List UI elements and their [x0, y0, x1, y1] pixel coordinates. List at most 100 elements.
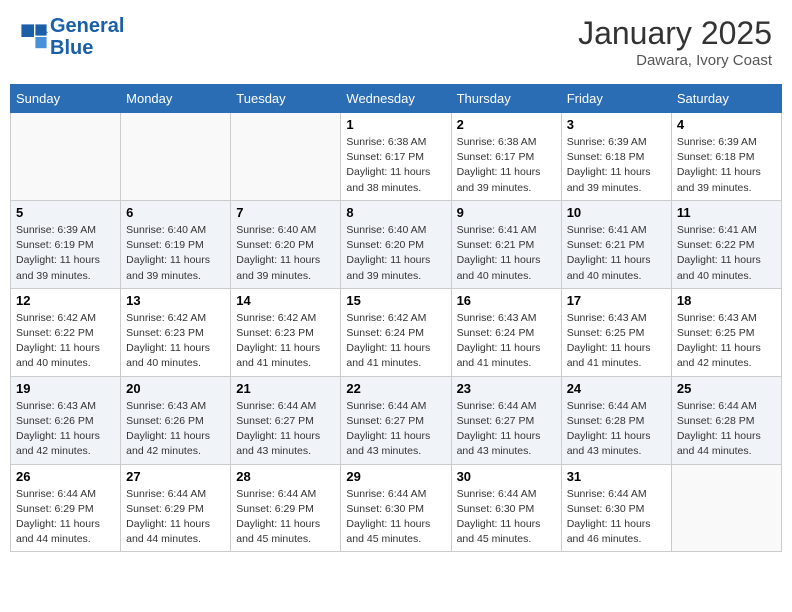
calendar-day-cell: 10 Sunrise: 6:41 AMSunset: 6:21 PMDayligh…	[561, 200, 671, 288]
day-number: 10	[567, 205, 666, 220]
day-number: 28	[236, 469, 335, 484]
day-number: 23	[457, 381, 556, 396]
day-info: Sunrise: 6:43 AMSunset: 6:25 PMDaylight:…	[567, 311, 666, 372]
day-info: Sunrise: 6:43 AMSunset: 6:24 PMDaylight:…	[457, 311, 556, 372]
day-info: Sunrise: 6:43 AMSunset: 6:25 PMDaylight:…	[677, 311, 776, 372]
weekday-header-row: SundayMondayTuesdayWednesdayThursdayFrid…	[11, 85, 782, 113]
calendar-day-cell: 24 Sunrise: 6:44 AMSunset: 6:28 PMDayligh…	[561, 376, 671, 464]
day-info: Sunrise: 6:44 AMSunset: 6:27 PMDaylight:…	[236, 399, 335, 460]
calendar-week-row: 26 Sunrise: 6:44 AMSunset: 6:29 PMDayligh…	[11, 464, 782, 552]
day-info: Sunrise: 6:38 AMSunset: 6:17 PMDaylight:…	[457, 135, 556, 196]
day-number: 5	[16, 205, 115, 220]
weekday-header-saturday: Saturday	[671, 85, 781, 113]
day-number: 26	[16, 469, 115, 484]
day-info: Sunrise: 6:38 AMSunset: 6:17 PMDaylight:…	[346, 135, 445, 196]
calendar-day-cell: 17 Sunrise: 6:43 AMSunset: 6:25 PMDayligh…	[561, 288, 671, 376]
calendar-table: SundayMondayTuesdayWednesdayThursdayFrid…	[10, 84, 782, 552]
calendar-week-row: 1 Sunrise: 6:38 AMSunset: 6:17 PMDaylight…	[11, 113, 782, 201]
day-number: 7	[236, 205, 335, 220]
calendar-day-cell: 25 Sunrise: 6:44 AMSunset: 6:28 PMDayligh…	[671, 376, 781, 464]
location: Dawara, Ivory Coast	[578, 52, 772, 69]
day-info: Sunrise: 6:44 AMSunset: 6:30 PMDaylight:…	[567, 487, 666, 548]
calendar-day-cell: 5 Sunrise: 6:39 AMSunset: 6:19 PMDaylight…	[11, 200, 121, 288]
calendar-day-cell: 14 Sunrise: 6:42 AMSunset: 6:23 PMDayligh…	[231, 288, 341, 376]
day-info: Sunrise: 6:44 AMSunset: 6:28 PMDaylight:…	[567, 399, 666, 460]
day-number: 25	[677, 381, 776, 396]
day-info: Sunrise: 6:40 AMSunset: 6:19 PMDaylight:…	[126, 223, 225, 284]
calendar-day-cell: 22Sunrise: 6:44 AMSunset: 6:27 PMDayligh…	[341, 376, 451, 464]
day-number: 29	[346, 469, 445, 484]
calendar-day-cell: 28 Sunrise: 6:44 AMSunset: 6:29 PMDayligh…	[231, 464, 341, 552]
day-number: 13	[126, 293, 225, 308]
calendar-day-cell: 7 Sunrise: 6:40 AMSunset: 6:20 PMDaylight…	[231, 200, 341, 288]
weekday-header-wednesday: Wednesday	[341, 85, 451, 113]
logo-text-general: General	[50, 15, 124, 37]
day-info: Sunrise: 6:41 AMSunset: 6:21 PMDaylight:…	[457, 223, 556, 284]
logo: General Blue	[20, 15, 124, 59]
calendar-day-cell	[11, 113, 121, 201]
day-number: 14	[236, 293, 335, 308]
calendar-day-cell: 26Sunrise: 6:44 AMSunset: 6:29 PMDayligh…	[11, 464, 121, 552]
day-info: Sunrise: 6:42 AMSunset: 6:23 PMDaylight:…	[236, 311, 335, 372]
weekday-header-thursday: Thursday	[451, 85, 561, 113]
calendar-day-cell: 29 Sunrise: 6:44 AMSunset: 6:30 PMDayligh…	[341, 464, 451, 552]
calendar-day-cell: 23 Sunrise: 6:44 AMSunset: 6:27 PMDayligh…	[451, 376, 561, 464]
day-number: 17	[567, 293, 666, 308]
day-number: 15	[346, 293, 445, 308]
calendar-day-cell: 1 Sunrise: 6:38 AMSunset: 6:17 PMDaylight…	[341, 113, 451, 201]
calendar-day-cell	[231, 113, 341, 201]
day-info: Sunrise: 6:44 AMSunset: 6:29 PMDaylight:…	[126, 487, 225, 548]
day-info: Sunrise: 6:43 AMSunset: 6:26 PMDaylight:…	[126, 399, 225, 460]
calendar-day-cell: 11Sunrise: 6:41 AMSunset: 6:22 PMDayligh…	[671, 200, 781, 288]
day-number: 11	[677, 205, 776, 220]
day-info: Sunrise: 6:44 AMSunset: 6:29 PMDaylight:…	[236, 487, 335, 548]
calendar-day-cell: 9 Sunrise: 6:41 AMSunset: 6:21 PMDaylight…	[451, 200, 561, 288]
calendar-day-cell: 19 Sunrise: 6:43 AMSunset: 6:26 PMDayligh…	[11, 376, 121, 464]
day-number: 3	[567, 117, 666, 132]
calendar-day-cell: 20 Sunrise: 6:43 AMSunset: 6:26 PMDayligh…	[121, 376, 231, 464]
day-number: 12	[16, 293, 115, 308]
calendar-day-cell: 2 Sunrise: 6:38 AMSunset: 6:17 PMDaylight…	[451, 113, 561, 201]
day-info: Sunrise: 6:43 AMSunset: 6:26 PMDaylight:…	[16, 399, 115, 460]
weekday-header-monday: Monday	[121, 85, 231, 113]
day-info: Sunrise: 6:40 AMSunset: 6:20 PMDaylight:…	[236, 223, 335, 284]
logo-icon	[20, 23, 48, 51]
logo-text-blue: Blue	[50, 37, 124, 59]
day-number: 9	[457, 205, 556, 220]
day-info: Sunrise: 6:44 AMSunset: 6:28 PMDaylight:…	[677, 399, 776, 460]
day-number: 21	[236, 381, 335, 396]
day-number: 19	[16, 381, 115, 396]
weekday-header-tuesday: Tuesday	[231, 85, 341, 113]
day-info: Sunrise: 6:39 AMSunset: 6:19 PMDaylight:…	[16, 223, 115, 284]
day-number: 27	[126, 469, 225, 484]
day-number: 4	[677, 117, 776, 132]
day-info: Sunrise: 6:41 AMSunset: 6:21 PMDaylight:…	[567, 223, 666, 284]
day-number: 2	[457, 117, 556, 132]
calendar-day-cell: 13 Sunrise: 6:42 AMSunset: 6:23 PMDayligh…	[121, 288, 231, 376]
weekday-header-friday: Friday	[561, 85, 671, 113]
calendar-day-cell: 31 Sunrise: 6:44 AMSunset: 6:30 PMDayligh…	[561, 464, 671, 552]
calendar-day-cell: 3Sunrise: 6:39 AMSunset: 6:18 PMDaylight…	[561, 113, 671, 201]
calendar-day-cell: 21 Sunrise: 6:44 AMSunset: 6:27 PMDayligh…	[231, 376, 341, 464]
day-number: 18	[677, 293, 776, 308]
day-number: 6	[126, 205, 225, 220]
day-number: 31	[567, 469, 666, 484]
day-info: Sunrise: 6:42 AMSunset: 6:22 PMDaylight:…	[16, 311, 115, 372]
calendar-day-cell: 4 Sunrise: 6:39 AMSunset: 6:18 PMDaylight…	[671, 113, 781, 201]
title-block: January 2025 Dawara, Ivory Coast	[578, 15, 772, 69]
day-info: Sunrise: 6:44 AMSunset: 6:30 PMDaylight:…	[346, 487, 445, 548]
day-number: 1	[346, 117, 445, 132]
calendar-day-cell: 8Sunrise: 6:40 AMSunset: 6:20 PMDaylight…	[341, 200, 451, 288]
calendar-day-cell	[671, 464, 781, 552]
calendar-day-cell	[121, 113, 231, 201]
day-number: 20	[126, 381, 225, 396]
day-info: Sunrise: 6:42 AMSunset: 6:23 PMDaylight:…	[126, 311, 225, 372]
calendar-week-row: 19 Sunrise: 6:43 AMSunset: 6:26 PMDayligh…	[11, 376, 782, 464]
calendar-week-row: 12 Sunrise: 6:42 AMSunset: 6:22 PMDayligh…	[11, 288, 782, 376]
day-info: Sunrise: 6:39 AMSunset: 6:18 PMDaylight:…	[677, 135, 776, 196]
day-number: 24	[567, 381, 666, 396]
weekday-header-sunday: Sunday	[11, 85, 121, 113]
day-info: Sunrise: 6:44 AMSunset: 6:27 PMDaylight:…	[457, 399, 556, 460]
calendar-day-cell: 27 Sunrise: 6:44 AMSunset: 6:29 PMDayligh…	[121, 464, 231, 552]
calendar-week-row: 5 Sunrise: 6:39 AMSunset: 6:19 PMDaylight…	[11, 200, 782, 288]
